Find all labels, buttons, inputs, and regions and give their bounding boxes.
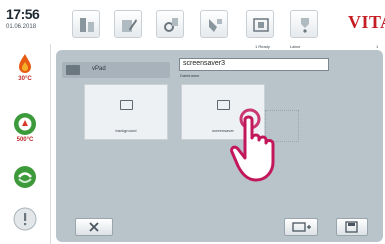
- status-sidebar: 17:56 01.06.2018 30°C 500°C: [0, 0, 51, 244]
- file-dialog: [56, 50, 383, 242]
- furnace-lift-icon[interactable]: [13, 165, 37, 189]
- save-icon: [345, 221, 358, 233]
- new-folder-icon: [292, 222, 311, 232]
- close-icon: [89, 222, 99, 232]
- status-ready: 1 Ready: [255, 44, 270, 49]
- settings-icon[interactable]: [156, 10, 184, 38]
- assistant-icon[interactable]: [200, 10, 228, 38]
- touch-hand-icon: [226, 108, 282, 189]
- upper-temperature: 30°C: [18, 76, 32, 82]
- top-toolbar: VITA: [50, 0, 385, 44]
- folder-icon: [120, 100, 133, 110]
- device-icon: [66, 65, 80, 75]
- info-icon[interactable]: [13, 207, 37, 231]
- current-folder-label: vPad: [92, 66, 106, 72]
- firing-status-icon: [13, 112, 37, 136]
- program-icon[interactable]: [72, 10, 100, 38]
- folder-label: background: [115, 128, 137, 133]
- flame-icon: [13, 52, 37, 76]
- new-folder-button[interactable]: [284, 218, 318, 236]
- status-count: 1: [376, 44, 379, 49]
- filename-caption: Dateiname: [180, 73, 200, 78]
- save-button[interactable]: [336, 218, 368, 236]
- clock-time: 17:56: [6, 6, 40, 22]
- vita-logo: VITA: [348, 12, 385, 32]
- cancel-button[interactable]: [75, 218, 113, 236]
- help-icon[interactable]: [290, 10, 318, 38]
- clock-date: 01.06.2018: [6, 24, 37, 30]
- status-lab: Labor: [290, 44, 301, 49]
- media-icon[interactable]: [246, 10, 274, 38]
- lower-temperature: 500°C: [16, 137, 34, 143]
- folder-tile-background[interactable]: background: [84, 84, 168, 140]
- edit-icon[interactable]: [114, 10, 142, 38]
- filename-input[interactable]: screensaver3: [179, 58, 329, 71]
